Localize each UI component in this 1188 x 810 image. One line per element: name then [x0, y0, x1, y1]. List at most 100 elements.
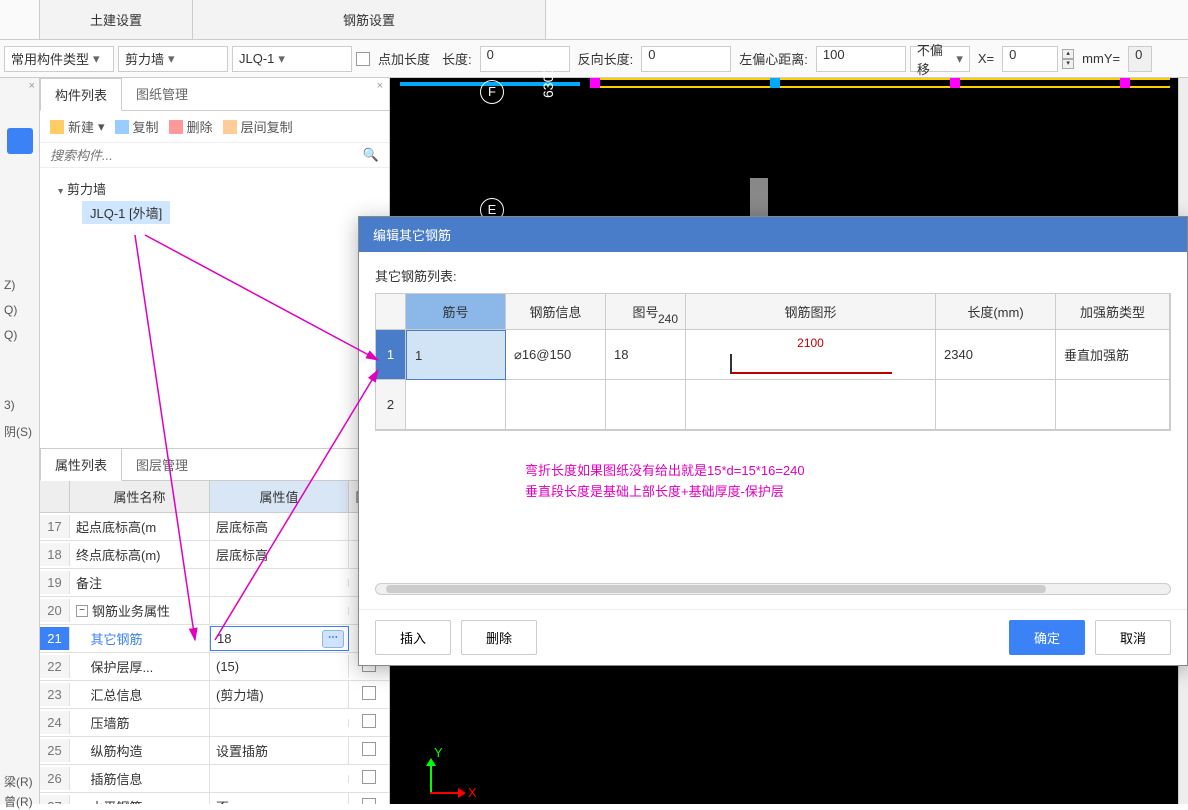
- prop-checkbox[interactable]: [349, 742, 389, 759]
- delete-button[interactable]: 删除: [461, 620, 537, 655]
- nav-z[interactable]: Z): [4, 278, 15, 292]
- tab-properties[interactable]: 属性列表: [40, 449, 122, 481]
- floor-copy-button[interactable]: 层间复制: [223, 117, 293, 136]
- ellipsis-button[interactable]: ⋯: [322, 630, 344, 648]
- property-row[interactable]: 24 压墙筋: [40, 709, 389, 737]
- prop-name: 其它钢筋: [70, 625, 210, 652]
- dialog-title: 编辑其它钢筋: [359, 217, 1187, 252]
- tab-drawing-mgmt[interactable]: 图纸管理: [122, 78, 202, 110]
- property-row[interactable]: 20−钢筋业务属性: [40, 597, 389, 625]
- property-row[interactable]: 25 纵筋构造设置插筋: [40, 737, 389, 765]
- col-prop-name: 属性名称: [70, 481, 210, 512]
- checkbox-point-add[interactable]: [356, 52, 370, 66]
- nav-s[interactable]: 阴(S): [4, 423, 32, 440]
- prop-checkbox[interactable]: [349, 770, 389, 787]
- cell-type[interactable]: 垂直加强筋: [1056, 330, 1170, 380]
- rebar-table: 筋号 钢筋信息 图号 钢筋图形 长度(mm) 加强筋类型 1 1 ⌀16@150…: [375, 293, 1171, 431]
- nav-q[interactable]: Q): [4, 303, 17, 317]
- row-number: 19: [40, 571, 70, 594]
- input-offset[interactable]: 100: [816, 46, 906, 72]
- delete-button[interactable]: 删除: [169, 117, 213, 136]
- combo-shift[interactable]: 不偏移▾: [910, 46, 970, 72]
- property-row[interactable]: 23 汇总信息(剪力墙): [40, 681, 389, 709]
- label-point-add: 点加长度: [374, 49, 434, 68]
- prop-name: 汇总信息: [70, 681, 210, 708]
- property-row[interactable]: 26 插筋信息: [40, 765, 389, 793]
- prop-name: 压墙筋: [70, 709, 210, 736]
- combo-jlq[interactable]: JLQ-1▾: [232, 46, 352, 72]
- prop-value[interactable]: 设置插筋: [210, 737, 349, 764]
- new-icon: [50, 120, 64, 134]
- prop-value[interactable]: [210, 579, 349, 587]
- cell-tu[interactable]: 18: [606, 330, 686, 380]
- combo-type[interactable]: 常用构件类型▾: [4, 46, 114, 72]
- combo-wall[interactable]: 剪力墙▾: [118, 46, 228, 72]
- close-icon[interactable]: ×: [29, 80, 35, 92]
- prop-value[interactable]: [210, 607, 349, 615]
- prop-value[interactable]: [210, 719, 349, 727]
- input-x[interactable]: 0: [1002, 46, 1058, 72]
- tab-component-list[interactable]: 构件列表: [40, 78, 122, 111]
- axis-indicator: [430, 764, 432, 794]
- nav-icon-button[interactable]: [7, 128, 33, 154]
- cell-id[interactable]: 1: [406, 330, 506, 380]
- tree-item-jlq1[interactable]: JLQ-1 [外墙]: [82, 201, 170, 224]
- tab-civil[interactable]: 土建设置: [40, 0, 193, 39]
- property-row[interactable]: 19备注: [40, 569, 389, 597]
- property-row[interactable]: 22 保护层厚...(15): [40, 653, 389, 681]
- row-number: 18: [40, 543, 70, 566]
- chevron-down-icon: ▾: [956, 51, 963, 67]
- horizontal-scrollbar[interactable]: [375, 583, 1171, 595]
- tab-rebar[interactable]: 钢筋设置: [193, 0, 546, 39]
- property-row[interactable]: 27 水平钢筋否: [40, 793, 389, 804]
- prop-value[interactable]: 层底标高: [210, 541, 349, 568]
- nav-r2[interactable]: 曾(R): [4, 793, 33, 810]
- spinner-x[interactable]: ▴▾: [1062, 49, 1074, 69]
- copy-button[interactable]: 复制: [115, 117, 159, 136]
- floor-copy-icon: [223, 120, 237, 134]
- property-row[interactable]: 17起点底标高(m层底标高: [40, 513, 389, 541]
- col-type: 加强筋类型: [1056, 294, 1170, 330]
- prop-value[interactable]: 否: [210, 793, 349, 804]
- prop-checkbox[interactable]: [349, 686, 389, 703]
- prop-value[interactable]: [210, 775, 349, 783]
- label-offset: 左偏心距离:: [735, 49, 812, 68]
- row-number: 22: [40, 655, 70, 678]
- prop-value[interactable]: 层底标高: [210, 513, 349, 540]
- prop-checkbox[interactable]: [349, 714, 389, 731]
- input-y[interactable]: 0: [1128, 46, 1152, 72]
- property-row[interactable]: 21 其它钢筋18⋯: [40, 625, 389, 653]
- col-rebar-id: 筋号: [406, 294, 506, 330]
- tree-parent-wall[interactable]: 剪力墙: [54, 176, 375, 201]
- label-x: X=: [974, 51, 998, 66]
- cell-length[interactable]: 2340: [936, 330, 1056, 380]
- col-rebar-shape: 钢筋图形: [686, 294, 936, 330]
- table-row[interactable]: 2: [376, 380, 1170, 430]
- cell-info[interactable]: ⌀16@150: [506, 330, 606, 380]
- cancel-button[interactable]: 取消: [1095, 620, 1171, 655]
- collapse-icon[interactable]: −: [76, 605, 88, 617]
- prop-value[interactable]: (15): [210, 655, 349, 678]
- input-length[interactable]: 0: [480, 46, 570, 72]
- prop-name: 插筋信息: [70, 765, 210, 792]
- prop-value[interactable]: 18⋯: [210, 626, 349, 651]
- nav-b[interactable]: 3): [4, 398, 15, 412]
- nav-r1[interactable]: 梁(R): [4, 773, 33, 790]
- new-button[interactable]: 新建▾: [50, 117, 105, 136]
- prop-name: 纵筋构造: [70, 737, 210, 764]
- input-reverse[interactable]: 0: [641, 46, 731, 72]
- row-number: 21: [40, 627, 70, 650]
- prop-checkbox[interactable]: [349, 798, 389, 804]
- table-row[interactable]: 1 1 ⌀16@150 18 2100 240 2340 垂直加强筋: [376, 330, 1170, 380]
- insert-button[interactable]: 插入: [375, 620, 451, 655]
- nav-q2[interactable]: Q): [4, 328, 17, 342]
- search-input[interactable]: [50, 148, 363, 163]
- search-icon[interactable]: 🔍: [363, 147, 379, 163]
- label-length: 长度:: [438, 49, 476, 68]
- close-icon[interactable]: ×: [377, 80, 383, 92]
- prop-value[interactable]: (剪力墙): [210, 681, 349, 708]
- property-row[interactable]: 18终点底标高(m)层底标高: [40, 541, 389, 569]
- tab-layers[interactable]: 图层管理: [122, 449, 202, 480]
- cell-shape[interactable]: 2100 240: [686, 330, 936, 380]
- ok-button[interactable]: 确定: [1009, 620, 1085, 655]
